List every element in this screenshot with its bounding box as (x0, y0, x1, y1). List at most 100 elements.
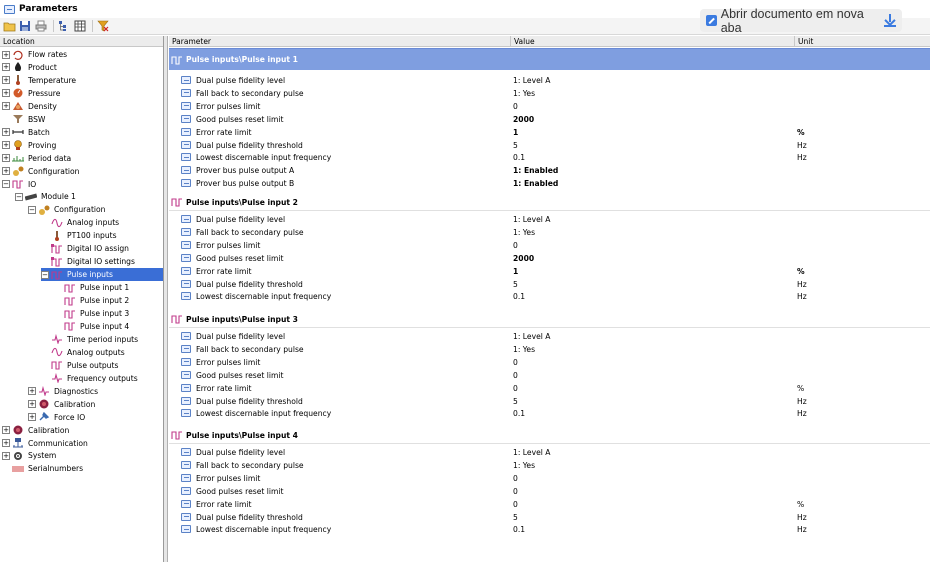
tree-view-icon[interactable] (57, 19, 71, 33)
column-divider[interactable] (510, 36, 511, 47)
tree-item[interactable]: Digital IO settings (0, 255, 163, 268)
tree-item[interactable]: + Temperature (0, 74, 163, 87)
parameter-value[interactable]: 0.1 (513, 151, 525, 164)
parameter-value[interactable]: 0 (513, 100, 518, 113)
parameter-row[interactable]: Dual pulse fidelity level 1: Level A (169, 446, 930, 459)
parameter-row[interactable]: Fall back to secondary pulse 1: Yes (169, 343, 930, 356)
parameter-row[interactable]: Fall back to secondary pulse 1: Yes (169, 87, 930, 100)
tree-item[interactable]: + Density (0, 100, 163, 113)
expand-icon[interactable]: + (2, 76, 10, 85)
tree-item[interactable]: + Communication (0, 437, 163, 450)
tree-item[interactable]: + Flow rates (0, 48, 163, 61)
parameter-row[interactable]: Good pulses reset limit 0 (169, 369, 930, 382)
tree-item[interactable]: Serialnumbers (0, 462, 163, 475)
download-icon[interactable] (884, 14, 897, 27)
parameter-row[interactable]: Error rate limit 1% (169, 265, 930, 278)
tree-item[interactable]: − IO (0, 178, 163, 191)
parameter-row[interactable]: Error pulses limit 0 (169, 239, 930, 252)
tree-item[interactable]: Pulse input 3 (0, 307, 163, 320)
parameter-value[interactable]: 1 (513, 265, 518, 278)
tree-item[interactable]: Pulse outputs (0, 359, 163, 372)
parameter-value[interactable]: 1: Level A (513, 74, 550, 87)
parameter-value[interactable]: 1: Enabled (513, 177, 558, 190)
section-header[interactable]: Pulse inputs\Pulse input 4 (169, 427, 930, 444)
expand-icon[interactable]: + (2, 89, 10, 98)
collapse-icon[interactable]: − (2, 180, 10, 188)
parameter-row[interactable]: Error rate limit 1% (169, 126, 930, 139)
parameter-row[interactable]: Good pulses reset limit 2000 (169, 113, 930, 126)
expand-icon[interactable]: + (28, 413, 36, 422)
parameter-row[interactable]: Fall back to secondary pulse 1: Yes (169, 459, 930, 472)
expand-icon[interactable]: + (2, 167, 10, 176)
expand-icon[interactable]: + (2, 50, 10, 59)
parameter-row[interactable]: Error pulses limit 0 (169, 356, 930, 369)
parameter-value[interactable]: 1: Yes (513, 226, 535, 239)
parameter-value[interactable]: 0 (513, 239, 518, 252)
parameter-row[interactable]: Fall back to secondary pulse 1: Yes (169, 226, 930, 239)
parameter-row[interactable]: Dual pulse fidelity threshold 5 Hz (169, 139, 930, 152)
parameter-row[interactable]: Error pulses limit 0 (169, 100, 930, 113)
parameter-value[interactable]: 5 (513, 139, 518, 152)
parameter-row[interactable]: Dual pulse fidelity level 1: Level A (169, 213, 930, 226)
tree-item[interactable]: − Configuration (0, 203, 163, 216)
table-view-icon[interactable] (73, 19, 87, 33)
section-header[interactable]: Pulse inputs\Pulse input 3 (169, 311, 930, 328)
open-in-new-tab-button[interactable]: Abrir documento em nova aba (700, 7, 902, 35)
parameter-value[interactable]: 0 (513, 485, 518, 498)
parameter-value[interactable]: 0 (513, 472, 518, 485)
parameter-value[interactable]: 1: Level A (513, 446, 550, 459)
parameter-row[interactable]: Lowest discernable input frequency 0.1 Hz (169, 151, 930, 164)
parameter-row[interactable]: Error rate limit 0% (169, 382, 930, 395)
tree-item[interactable]: + Period data (0, 152, 163, 165)
parameter-row[interactable]: Good pulses reset limit 2000 (169, 252, 930, 265)
tree-item[interactable]: Time period inputs (0, 333, 163, 346)
tree-item[interactable]: + Batch (0, 126, 163, 139)
tree-item[interactable]: − Pulse inputs (41, 268, 163, 282)
parameter-value[interactable]: 5 (513, 511, 518, 524)
parameter-row[interactable]: Dual pulse fidelity threshold 5 Hz (169, 278, 930, 291)
tree-item[interactable]: + Pressure (0, 87, 163, 100)
section-header[interactable]: Pulse inputs\Pulse input 2 (169, 194, 930, 211)
expand-icon[interactable]: + (2, 451, 10, 460)
parameter-row[interactable]: Dual pulse fidelity threshold 5 Hz (169, 395, 930, 408)
expand-icon[interactable]: + (2, 63, 10, 72)
collapse-icon[interactable]: − (41, 270, 49, 279)
parameter-row[interactable]: Lowest discernable input frequency 0.1 Hz (169, 290, 930, 303)
tree-item[interactable]: Pulse input 1 (0, 281, 163, 294)
parameter-value[interactable]: 0 (513, 498, 518, 511)
expand-icon[interactable]: + (2, 439, 10, 447)
expand-icon[interactable]: + (2, 154, 10, 163)
tree-item[interactable]: + Product (0, 61, 163, 74)
tree-item[interactable]: + Configuration (0, 165, 163, 178)
tree-item[interactable]: Analog outputs (0, 346, 163, 359)
print-icon[interactable] (34, 19, 48, 33)
tree-item[interactable]: Pulse input 2 (0, 294, 163, 307)
tree-item[interactable]: − Module 1 (0, 190, 163, 203)
parameter-value[interactable]: 1: Level A (513, 213, 550, 226)
expand-icon[interactable]: + (2, 102, 10, 111)
expand-icon[interactable]: + (28, 400, 36, 409)
save-icon[interactable] (18, 19, 32, 33)
tree-item[interactable]: Pulse input 4 (0, 320, 163, 333)
parameter-value[interactable]: 0 (513, 356, 518, 369)
parameter-row[interactable]: Good pulses reset limit 0 (169, 485, 930, 498)
tree-item[interactable]: Frequency outputs (0, 372, 163, 385)
column-header-value[interactable]: Value (514, 36, 535, 47)
parameter-row[interactable]: Error rate limit 0% (169, 498, 930, 511)
expand-icon[interactable]: + (28, 387, 36, 396)
parameter-value[interactable]: 0 (513, 382, 518, 395)
parameter-value[interactable]: 1: Yes (513, 87, 535, 100)
parameter-value[interactable]: 1: Yes (513, 459, 535, 472)
tree-item[interactable]: + Calibration (0, 424, 163, 437)
parameter-value[interactable]: 0 (513, 369, 518, 382)
expand-icon[interactable]: + (2, 141, 10, 150)
parameter-value[interactable]: 0.1 (513, 290, 525, 303)
parameter-row[interactable]: Prover bus pulse output A 1: Enabled (169, 164, 930, 177)
tree-item[interactable]: + Calibration (0, 398, 163, 411)
parameter-row[interactable]: Dual pulse fidelity level 1: Level A (169, 330, 930, 343)
column-header-unit[interactable]: Unit (798, 36, 813, 47)
parameter-value[interactable]: 5 (513, 278, 518, 291)
expand-icon[interactable]: + (2, 128, 10, 137)
parameter-row[interactable]: Error pulses limit 0 (169, 472, 930, 485)
parameter-value[interactable]: 0.1 (513, 407, 525, 420)
